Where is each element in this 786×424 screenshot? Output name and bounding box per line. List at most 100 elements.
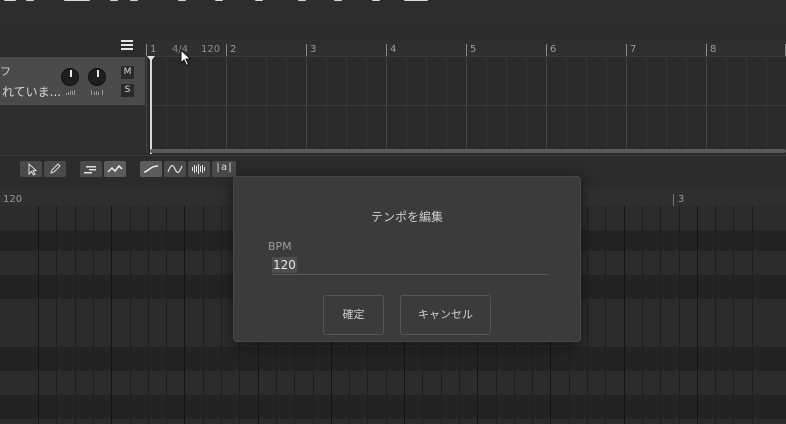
grid-line <box>605 206 606 424</box>
grid-line <box>546 57 547 153</box>
bpm-input[interactable] <box>272 257 548 275</box>
grid-line <box>587 206 588 424</box>
grid-line <box>586 57 587 153</box>
pointer-icon <box>28 162 38 176</box>
grid-line <box>203 206 204 424</box>
grid-line <box>386 57 387 153</box>
pan-meter-icon <box>91 90 103 97</box>
curve-view-button[interactable] <box>140 161 162 177</box>
track-name[interactable]: フ <box>0 63 11 79</box>
mouse-cursor-icon <box>180 49 192 67</box>
volume-meter-icon <box>66 90 76 97</box>
wave-curve-icon <box>167 165 183 173</box>
lyrics-icon: |a| <box>214 162 234 173</box>
grid-line <box>166 57 167 153</box>
top-menu-bar <box>0 0 786 30</box>
grid-line <box>642 206 643 424</box>
ruler-tick <box>226 44 227 56</box>
grid-line <box>286 57 287 153</box>
ruler-bar-number: 3 <box>678 194 685 205</box>
grid-line <box>715 206 716 424</box>
grid-line <box>752 206 753 424</box>
grid-line <box>326 57 327 153</box>
grid-line <box>526 57 527 153</box>
ruler-bar-number: 5 <box>470 44 477 55</box>
grid-line <box>148 206 149 424</box>
tempo-marker[interactable]: 120 <box>3 194 22 205</box>
pointer-tool-button[interactable] <box>20 161 42 177</box>
ruler-bar-number: 2 <box>230 44 237 55</box>
ruler-tick <box>386 44 387 56</box>
empty-track-area[interactable] <box>0 105 145 153</box>
waveform-view-button[interactable] <box>188 161 210 177</box>
pencil-tool-button[interactable] <box>44 161 66 177</box>
grid-line <box>486 57 487 153</box>
bpm-label: BPM <box>268 240 292 253</box>
grid-line <box>406 57 407 153</box>
grid-line <box>566 57 567 153</box>
ruler-bar-number: 1 <box>150 44 157 55</box>
grid-line <box>733 206 734 424</box>
grid-line <box>660 206 661 424</box>
grid-line <box>679 206 680 424</box>
grid-line <box>624 206 625 424</box>
dialog-title: テンポを編集 <box>370 210 443 224</box>
ruler-tick <box>306 44 307 56</box>
ruler-bar-number: 4 <box>390 44 397 55</box>
grid-line <box>206 57 207 153</box>
mute-button[interactable]: M <box>121 66 134 79</box>
grid-line <box>606 57 607 153</box>
grid-line <box>766 57 767 153</box>
pitch-view-button[interactable] <box>164 161 186 177</box>
track-menu-icon[interactable] <box>121 40 133 51</box>
quantize-button[interactable] <box>80 161 102 177</box>
arrangement-scrollbar[interactable] <box>150 149 786 153</box>
playhead-marker[interactable] <box>147 56 155 61</box>
edit-tempo-dialog: テンポを編集 BPM 120 確定 キャンセル <box>233 176 581 342</box>
volume-knob[interactable] <box>61 68 79 86</box>
bpm-input-value[interactable]: 120 <box>272 257 297 273</box>
grid-line <box>146 57 147 153</box>
ruler-bar-number: 8 <box>710 44 717 55</box>
grid-line <box>56 206 57 424</box>
grid-line <box>111 206 112 424</box>
grid-line <box>75 206 76 424</box>
grid-line <box>506 57 507 153</box>
grid-line <box>706 57 707 153</box>
arrangement-grid[interactable] <box>145 57 786 153</box>
ruler-tick <box>466 44 467 56</box>
timeline-ruler[interactable]: 1 4/4 120 2 3 4 5 6 7 8 <box>145 40 786 57</box>
grid-line <box>306 57 307 153</box>
pan-knob[interactable] <box>88 68 106 86</box>
ruler-tick <box>626 44 627 56</box>
top-menu-text-cutoff <box>0 0 786 3</box>
grid-line <box>346 57 347 153</box>
grid-line <box>246 57 247 153</box>
grid-line <box>466 57 467 153</box>
grid-line <box>186 57 187 153</box>
tempo-label[interactable]: 120 <box>201 44 220 55</box>
grid-line <box>221 206 222 424</box>
smooth-curve-icon <box>143 165 159 173</box>
track-header[interactable]: フ れていま... M S <box>0 57 145 105</box>
cancel-button[interactable]: キャンセル <box>400 295 491 335</box>
lyrics-view-button[interactable]: |a| <box>212 161 236 177</box>
ok-button[interactable]: 確定 <box>323 295 384 335</box>
ruler-tick <box>673 194 674 206</box>
grid-line <box>446 57 447 153</box>
automation-toggle-button[interactable] <box>104 161 126 177</box>
waveform-icon <box>192 164 205 174</box>
grid-line <box>38 206 39 424</box>
quantize-icon <box>84 166 96 174</box>
playhead[interactable] <box>150 57 152 154</box>
grid-line <box>726 57 727 153</box>
grid-line <box>366 57 367 153</box>
pencil-icon <box>50 163 61 174</box>
grid-line <box>426 57 427 153</box>
automation-curve-icon <box>107 164 123 173</box>
grid-line <box>686 57 687 153</box>
grid-line <box>93 206 94 424</box>
grid-line <box>746 57 747 153</box>
solo-button[interactable]: S <box>121 84 134 97</box>
track-instrument-label[interactable]: れていま... <box>2 83 61 100</box>
